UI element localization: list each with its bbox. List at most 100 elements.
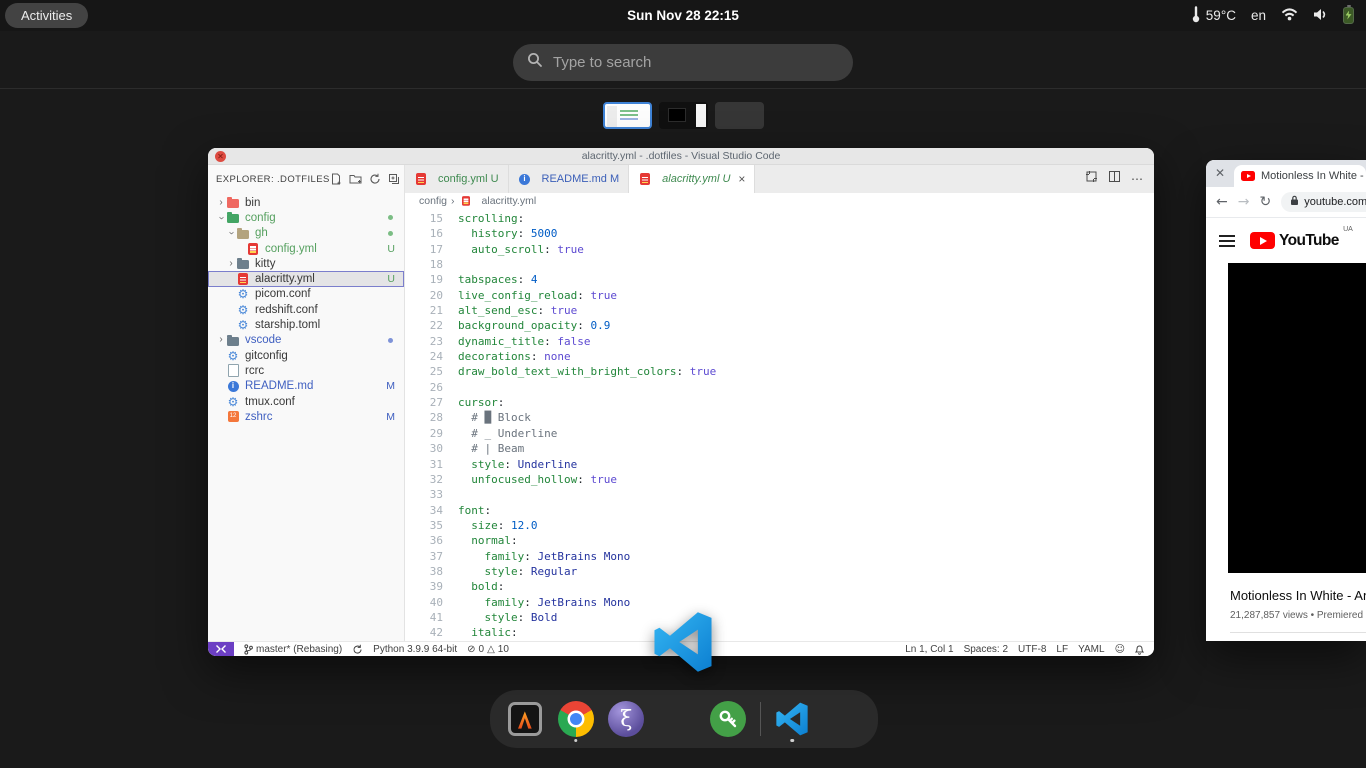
tree-item-rcrc[interactable]: rcrc — [208, 363, 404, 378]
tree-item-zshrc[interactable]: zshrcM — [208, 409, 404, 424]
tree-item-alacritty.yml[interactable]: alacritty.ymlU — [208, 271, 404, 286]
breadcrumb-folder[interactable]: config — [419, 195, 447, 207]
chrome-window[interactable]: ✕ Motionless In White - A ← → ↻ youtube.… — [1206, 160, 1366, 641]
tree-item-kitty[interactable]: ›kitty — [208, 256, 404, 271]
clock[interactable]: Sun Nov 28 22:15 — [0, 0, 1366, 31]
new-file-icon[interactable] — [330, 173, 342, 185]
line-number: 36 — [405, 533, 443, 548]
overview-divider — [0, 88, 1366, 89]
lock-icon — [1290, 195, 1299, 209]
problems-indicator[interactable]: ⊘0 △10 — [467, 644, 509, 655]
line-content — [443, 257, 458, 272]
workspace-thumbnail-2[interactable] — [659, 102, 708, 129]
tree-item-vscode[interactable]: ›vscode — [208, 333, 404, 348]
vscode-window-app-icon[interactable] — [652, 611, 714, 673]
line-content: style: Underline — [443, 457, 577, 472]
warning-icon: △ — [487, 644, 495, 655]
vscode-window[interactable]: ✕ alacritty.yml - .dotfiles - Visual Stu… — [208, 148, 1154, 656]
file-label: README.md — [245, 380, 313, 392]
window-close-button[interactable]: ✕ — [1215, 166, 1225, 180]
dock-keepassxc[interactable] — [709, 697, 747, 741]
menu-icon[interactable] — [1219, 235, 1235, 247]
indentation[interactable]: Spaces: 2 — [964, 644, 1008, 655]
line-number: 23 — [405, 334, 443, 349]
code-line-19: 19tabspaces: 4 — [405, 272, 1154, 287]
new-folder-icon[interactable] — [349, 173, 362, 185]
file-label: bin — [245, 197, 260, 209]
code-line-27: 27cursor: — [405, 395, 1154, 410]
dock-chrome[interactable] — [557, 697, 595, 741]
emacs-icon: ξ — [608, 701, 644, 737]
youtube-logo[interactable]: YouTube UA — [1250, 232, 1339, 250]
language-mode[interactable]: YAML — [1078, 644, 1105, 655]
tab-title: Motionless In White - A — [1261, 170, 1366, 182]
workspace-thumbnail-1[interactable] — [603, 102, 652, 129]
vscode-icon — [774, 701, 810, 737]
dock-vscode[interactable] — [774, 697, 812, 741]
close-tab-icon[interactable]: × — [738, 172, 745, 186]
tree-item-redshift.conf[interactable]: ⚙redshift.conf — [208, 302, 404, 317]
tree-item-README.md[interactable]: README.mdM — [208, 379, 404, 394]
folder-green-icon — [226, 211, 240, 224]
editor-tab-README.md[interactable]: README.md M — [509, 165, 630, 193]
video-player[interactable] — [1228, 263, 1366, 573]
workspace-thumbnail-3[interactable] — [715, 102, 764, 129]
encoding[interactable]: UTF-8 — [1018, 644, 1046, 655]
battery-charging-icon — [1343, 7, 1354, 24]
line-number: 29 — [405, 426, 443, 441]
code-editor[interactable]: 15scrolling:16 history: 500017 auto_scro… — [405, 208, 1154, 641]
sync-icon[interactable] — [352, 644, 363, 655]
browser-tab[interactable]: Motionless In White - A — [1234, 165, 1366, 187]
reload-button[interactable]: ↻ — [1259, 194, 1271, 210]
keyboard-layout[interactable]: en — [1251, 8, 1266, 23]
tree-item-picom.conf[interactable]: ⚙picom.conf — [208, 287, 404, 302]
editor-tab-config.yml[interactable]: config.yml U — [405, 165, 509, 193]
eol-sequence[interactable]: LF — [1056, 644, 1068, 655]
breadcrumb-file[interactable]: alacritty.yml — [482, 195, 537, 207]
code-line-17: 17 auto_scroll: true — [405, 242, 1154, 257]
shell-icon — [226, 410, 240, 423]
more-actions-icon[interactable]: ⋯ — [1131, 172, 1144, 186]
window-close-button[interactable]: ✕ — [215, 151, 226, 162]
feedback-icon[interactable]: ☺ — [1115, 644, 1125, 655]
notifications-bell-icon[interactable] — [1135, 644, 1144, 655]
code-line-39: 39 bold: — [405, 579, 1154, 594]
cursor-position[interactable]: Ln 1, Col 1 — [905, 644, 953, 655]
tree-item-tmux.conf[interactable]: ⚙tmux.conf — [208, 394, 404, 409]
address-bar[interactable]: youtube.com/wa — [1281, 192, 1366, 212]
change-dot — [388, 338, 393, 343]
line-content: history: 5000 — [443, 226, 557, 241]
line-number: 42 — [405, 625, 443, 640]
running-indicator-dot — [791, 739, 795, 743]
breadcrumb[interactable]: config › alacritty.yml — [405, 193, 1154, 208]
tree-item-config.yml[interactable]: config.ymlU — [208, 241, 404, 256]
git-branch-status[interactable]: master* (Rebasing) — [244, 644, 342, 655]
tree-item-starship.toml[interactable]: ⚙starship.toml — [208, 317, 404, 332]
python-interpreter[interactable]: Python 3.9.9 64-bit — [373, 644, 457, 655]
system-status-area[interactable]: 59°C en — [1191, 0, 1354, 31]
dock-archive-manager[interactable] — [658, 697, 696, 741]
dock-app-grid[interactable] — [824, 697, 862, 741]
info-icon — [226, 380, 240, 393]
dock-emacs[interactable]: ξ — [607, 697, 645, 741]
open-changes-icon[interactable] — [1085, 170, 1098, 188]
tree-item-config[interactable]: ›config — [208, 210, 404, 225]
gear-icon: ⚙ — [236, 303, 250, 316]
remote-indicator[interactable] — [208, 642, 234, 657]
dock-alacritty[interactable] — [506, 697, 544, 741]
tree-item-bin[interactable]: ›bin — [208, 195, 404, 210]
refresh-icon[interactable] — [369, 173, 381, 185]
tree-item-gitconfig[interactable]: ⚙gitconfig — [208, 348, 404, 363]
split-editor-icon[interactable] — [1108, 170, 1121, 188]
forward-button[interactable]: → — [1238, 194, 1250, 210]
line-number: 32 — [405, 472, 443, 487]
youtube-play-icon — [1250, 232, 1275, 249]
code-line-41: 41 style: Bold — [405, 610, 1154, 625]
file-label: starship.toml — [255, 319, 320, 331]
collapse-folders-icon[interactable] — [388, 173, 400, 185]
search-bar[interactable]: Type to search — [513, 44, 853, 81]
chevron-right-icon: › — [451, 195, 455, 207]
back-button[interactable]: ← — [1216, 194, 1228, 210]
editor-tab-alacritty.yml[interactable]: alacritty.yml U× — [629, 165, 755, 193]
tree-item-gh[interactable]: ›gh — [208, 226, 404, 241]
